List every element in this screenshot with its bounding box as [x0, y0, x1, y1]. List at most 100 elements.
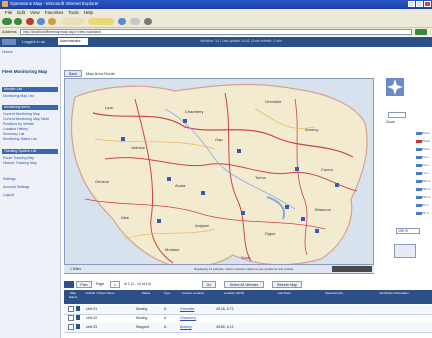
column-header[interactable]: Status: [136, 291, 156, 296]
close-button[interactable]: [424, 1, 431, 7]
menu-view[interactable]: View: [30, 10, 40, 15]
minimize-button[interactable]: [408, 1, 415, 7]
sidebar-section-heading: Monitor List: [2, 87, 58, 92]
sidebar-link[interactable]: Current Monitoring Map Table: [3, 117, 49, 121]
zoom-level-label[interactable]: 10 km: [422, 147, 430, 151]
city-label: Nice: [121, 215, 130, 220]
settings-link[interactable]: Settings: [3, 177, 16, 181]
user-dropdown[interactable]: Administrator: [58, 38, 88, 45]
page-input[interactable]: 1: [110, 281, 120, 288]
search-icon[interactable]: [62, 18, 84, 25]
column-header[interactable]: Current Location: [178, 291, 208, 296]
row-checkbox[interactable]: [68, 315, 74, 321]
zoom-select[interactable]: 100 %: [396, 228, 420, 234]
zoom-level-label[interactable]: 25 m: [422, 211, 429, 215]
back-arrow-icon[interactable]: [2, 18, 12, 25]
sidebar-link[interactable]: Monitoring Status List: [3, 137, 37, 141]
city-label: Annecy: [305, 127, 318, 132]
column-header[interactable]: Alert/Note Information: [364, 291, 424, 296]
refresh-icon[interactable]: [37, 18, 45, 25]
sidebar-link[interactable]: Location History: [3, 127, 28, 131]
zoom-level-label[interactable]: 50 m: [422, 203, 429, 207]
home-link[interactable]: Home: [2, 49, 13, 54]
column-header[interactable]: Location (GPS): [214, 291, 254, 296]
map-view[interactable]: Lyon Chambery Grenoble Valence Gap Annec…: [64, 78, 374, 274]
refresh-map-button[interactable]: Refresh Map: [272, 281, 302, 288]
location-link[interactable]: Chambery: [180, 316, 196, 320]
table-row[interactable]: Unit 03 Stopped A Annecy 45.89, 6.12: [64, 323, 432, 333]
go-button[interactable]: [415, 29, 427, 35]
menu-tools[interactable]: Tools: [68, 10, 79, 15]
map-canvas[interactable]: Lyon Chambery Grenoble Valence Gap Annec…: [65, 79, 374, 274]
map-toolbar: Back Map Area Route: [64, 70, 374, 78]
account-link[interactable]: Account Settings: [3, 185, 29, 189]
sidebar-link[interactable]: Summary List: [3, 132, 24, 136]
mail-icon[interactable]: [130, 18, 140, 25]
login-label: Logged in as: [22, 39, 45, 44]
row-checkbox[interactable]: [68, 324, 74, 330]
zoom-level-label[interactable]: 25 km: [422, 139, 430, 143]
column-header[interactable]: Speed (km/h): [314, 291, 354, 296]
address-field[interactable]: http://localhost/fleetmap/map.aspx?view=…: [20, 29, 412, 35]
vehicle-marker: [295, 167, 299, 171]
location-link[interactable]: Annecy: [180, 325, 192, 329]
sidebar-link[interactable]: Route Tracking Map: [3, 156, 34, 160]
pager-go-button[interactable]: Go: [202, 281, 216, 288]
zoom-level-label[interactable]: 2 km: [422, 163, 429, 167]
location-link[interactable]: Grenoble: [180, 307, 194, 311]
home-icon[interactable]: [48, 18, 56, 25]
map-type-dropdown[interactable]: [388, 112, 406, 118]
maximize-button[interactable]: [416, 1, 423, 7]
gps-value: 45.89, 6.12: [216, 325, 234, 329]
vehicle-marker: [241, 211, 245, 215]
column-header[interactable]: Last Data: [264, 291, 304, 296]
sidebar-link[interactable]: Current Monitoring Map: [3, 112, 40, 116]
vehicle-type: A: [164, 316, 167, 320]
vehicle-marker: [237, 149, 241, 153]
vehicle-marker: [285, 205, 289, 209]
column-header: Map Select: [68, 291, 78, 299]
zoom-level-label[interactable]: 1 km: [422, 171, 429, 175]
vehicle-type: A: [164, 307, 167, 311]
zoom-level-label[interactable]: 250 m: [422, 187, 430, 191]
menu-favorites[interactable]: Favorites: [45, 10, 64, 15]
zoom-level-label[interactable]: 50 km: [422, 131, 430, 135]
vehicle-status: Moving: [136, 307, 148, 311]
city-label: Geneve: [95, 179, 110, 184]
city-label: Grenoble: [265, 99, 282, 104]
row-checkbox[interactable]: [68, 306, 74, 312]
favorites-icon[interactable]: [88, 18, 114, 25]
map-overview-icon[interactable]: [394, 244, 416, 258]
menu-edit[interactable]: Edit: [17, 10, 25, 15]
zoom-label: Zoom: [386, 120, 395, 124]
sidebar-link[interactable]: Positions by Vehicle: [3, 122, 34, 126]
column-header[interactable]: Type: [160, 291, 174, 296]
select-all-button[interactable]: Select All Vehicles: [224, 281, 264, 288]
sidebar-section-heading: Monitoring Items: [2, 105, 58, 110]
history-icon[interactable]: [118, 18, 126, 25]
menu-file[interactable]: File: [5, 10, 12, 15]
sidebar-link[interactable]: Monitoring Map List: [3, 94, 34, 98]
zoom-level-label[interactable]: 100 m: [422, 195, 430, 199]
address-bar: Address http://localhost/fleetmap/map.as…: [0, 28, 432, 36]
print-icon[interactable]: [144, 18, 152, 25]
zoom-level-label[interactable]: 5 km: [422, 155, 429, 159]
city-label: Valence: [131, 145, 146, 150]
pager-first-icon[interactable]: [64, 281, 74, 288]
sidebar-link[interactable]: Historic Tracking Map: [3, 161, 37, 165]
zoom-level-label[interactable]: 500 m: [422, 179, 430, 183]
vehicle-name: Unit 01: [86, 307, 98, 311]
compass-icon[interactable]: [386, 78, 404, 96]
city-label: Aosta: [175, 183, 186, 188]
city-label: Briancon: [315, 207, 331, 212]
pager-prev-button[interactable]: Prev: [76, 281, 92, 288]
map-status-bar: 1 Miles Displaying 14 vehicles. Click a …: [64, 264, 374, 273]
column-header[interactable]: Vehicle / Driver Name: [84, 291, 116, 296]
menu-help[interactable]: Help: [84, 10, 93, 15]
map-nav-icons[interactable]: [332, 266, 372, 272]
map-back-button[interactable]: Back: [64, 70, 82, 77]
stop-icon[interactable]: [26, 18, 34, 25]
page-label: Page: [96, 282, 105, 286]
logout-link[interactable]: Logout: [3, 193, 14, 197]
forward-arrow-icon[interactable]: [14, 18, 22, 25]
